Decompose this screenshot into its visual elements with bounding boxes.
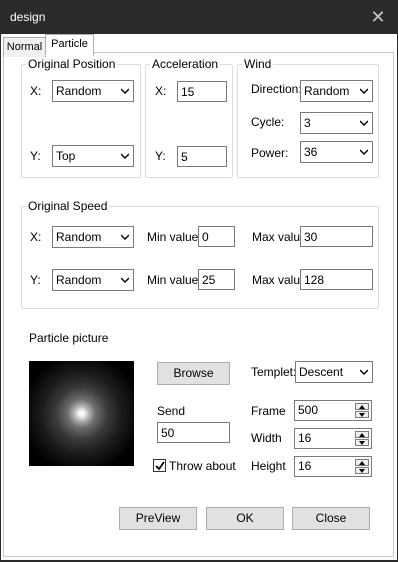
- templet-select[interactable]: Descent: [295, 361, 373, 383]
- wind-power-label: Power:: [251, 146, 289, 160]
- acceleration-x-input[interactable]: [177, 81, 227, 102]
- close-button[interactable]: Close: [292, 507, 370, 530]
- particle-picture-label: Particle picture: [29, 331, 109, 345]
- browse-button[interactable]: Browse: [157, 362, 230, 385]
- close-icon[interactable]: ✕: [370, 7, 386, 27]
- spin-down-icon[interactable]: [355, 439, 369, 446]
- original-position-title: Original Position: [26, 57, 118, 71]
- speed-y-label: Y:: [30, 273, 41, 287]
- original-position-x-value: Random: [56, 84, 102, 98]
- spin-up-icon[interactable]: [355, 459, 369, 466]
- original-speed-title: Original Speed: [26, 199, 110, 213]
- height-value: 16: [298, 459, 312, 473]
- acceleration-x-label: X:: [155, 84, 167, 98]
- acceleration-title: Acceleration: [150, 57, 221, 71]
- chevron-down-icon: [121, 277, 129, 283]
- title-bar: design ✕: [0, 0, 398, 34]
- speed-x-label: X:: [30, 230, 42, 244]
- speed-x-select[interactable]: Random: [52, 226, 134, 248]
- original-position-y-value: Top: [56, 149, 76, 163]
- original-position-x-label: X:: [30, 84, 42, 98]
- chevron-down-icon: [360, 369, 368, 375]
- window-title: design: [10, 10, 46, 24]
- templet-label: Templet:: [251, 365, 297, 379]
- window-frame-left: [0, 34, 1, 562]
- wind-cycle-value: 3: [304, 116, 311, 130]
- throw-about-checkbox[interactable]: [153, 459, 166, 472]
- width-spin-buttons: [355, 431, 369, 446]
- height-spinbox[interactable]: 16: [294, 456, 372, 477]
- particle-preview-image: [29, 361, 134, 466]
- templet-value: Descent: [299, 365, 344, 379]
- acceleration-y-label: Y:: [155, 149, 166, 163]
- spin-down-icon[interactable]: [355, 467, 369, 474]
- throw-about-label[interactable]: Throw about: [169, 459, 236, 473]
- original-position-x-select[interactable]: Random: [52, 80, 134, 102]
- original-speed-group: Original Speed: [21, 199, 379, 309]
- speed-y-max-label: Max value: [252, 273, 307, 287]
- chevron-down-icon: [360, 149, 368, 155]
- original-position-y-label: Y:: [30, 149, 41, 163]
- wind-cycle-label: Cycle:: [251, 115, 285, 129]
- speed-x-max-label: Max value: [252, 230, 307, 244]
- send-input[interactable]: [157, 422, 230, 443]
- wind-power-select[interactable]: 36: [300, 141, 373, 163]
- width-label: Width: [251, 431, 282, 445]
- width-value: 16: [298, 431, 312, 445]
- spin-up-icon[interactable]: [355, 403, 369, 410]
- frame-value: 500: [298, 403, 319, 417]
- height-spin-buttons: [355, 459, 369, 474]
- chevron-down-icon: [121, 153, 129, 159]
- preview-button[interactable]: PreView: [119, 507, 197, 530]
- checkmark-icon: [155, 461, 165, 471]
- chevron-down-icon: [360, 120, 368, 126]
- wind-direction-select[interactable]: Random: [300, 80, 373, 102]
- frame-spin-buttons: [355, 403, 369, 418]
- acceleration-y-input[interactable]: [177, 146, 227, 167]
- frame-label: Frame: [251, 404, 286, 418]
- frame-spinbox[interactable]: 500: [294, 400, 372, 421]
- chevron-down-icon: [121, 88, 129, 94]
- speed-x-min-label: Min value: [147, 230, 199, 244]
- width-spinbox[interactable]: 16: [294, 428, 372, 449]
- chevron-down-icon: [360, 88, 368, 94]
- spin-up-icon[interactable]: [355, 431, 369, 438]
- speed-x-min-input[interactable]: [198, 226, 235, 247]
- wind-direction-value: Random: [304, 84, 350, 98]
- speed-y-select[interactable]: Random: [52, 269, 134, 291]
- tab-normal[interactable]: Normal: [3, 37, 46, 57]
- wind-cycle-select[interactable]: 3: [300, 112, 373, 134]
- chevron-down-icon: [121, 234, 129, 240]
- spin-down-icon[interactable]: [355, 411, 369, 418]
- speed-y-value: Random: [56, 273, 102, 287]
- speed-x-max-input[interactable]: [300, 226, 373, 247]
- wind-direction-label: Direction:: [251, 82, 302, 96]
- height-label: Height: [251, 459, 286, 473]
- original-position-y-select[interactable]: Top: [52, 145, 134, 167]
- send-label: Send: [157, 404, 186, 418]
- wind-power-value: 36: [304, 145, 318, 159]
- ok-button[interactable]: OK: [206, 507, 284, 530]
- speed-y-min-input[interactable]: [198, 269, 235, 290]
- speed-y-min-label: Min value: [147, 273, 199, 287]
- speed-x-value: Random: [56, 230, 102, 244]
- tab-particle[interactable]: Particle: [45, 34, 94, 56]
- speed-y-max-input[interactable]: [300, 269, 373, 290]
- wind-title: Wind: [242, 57, 274, 71]
